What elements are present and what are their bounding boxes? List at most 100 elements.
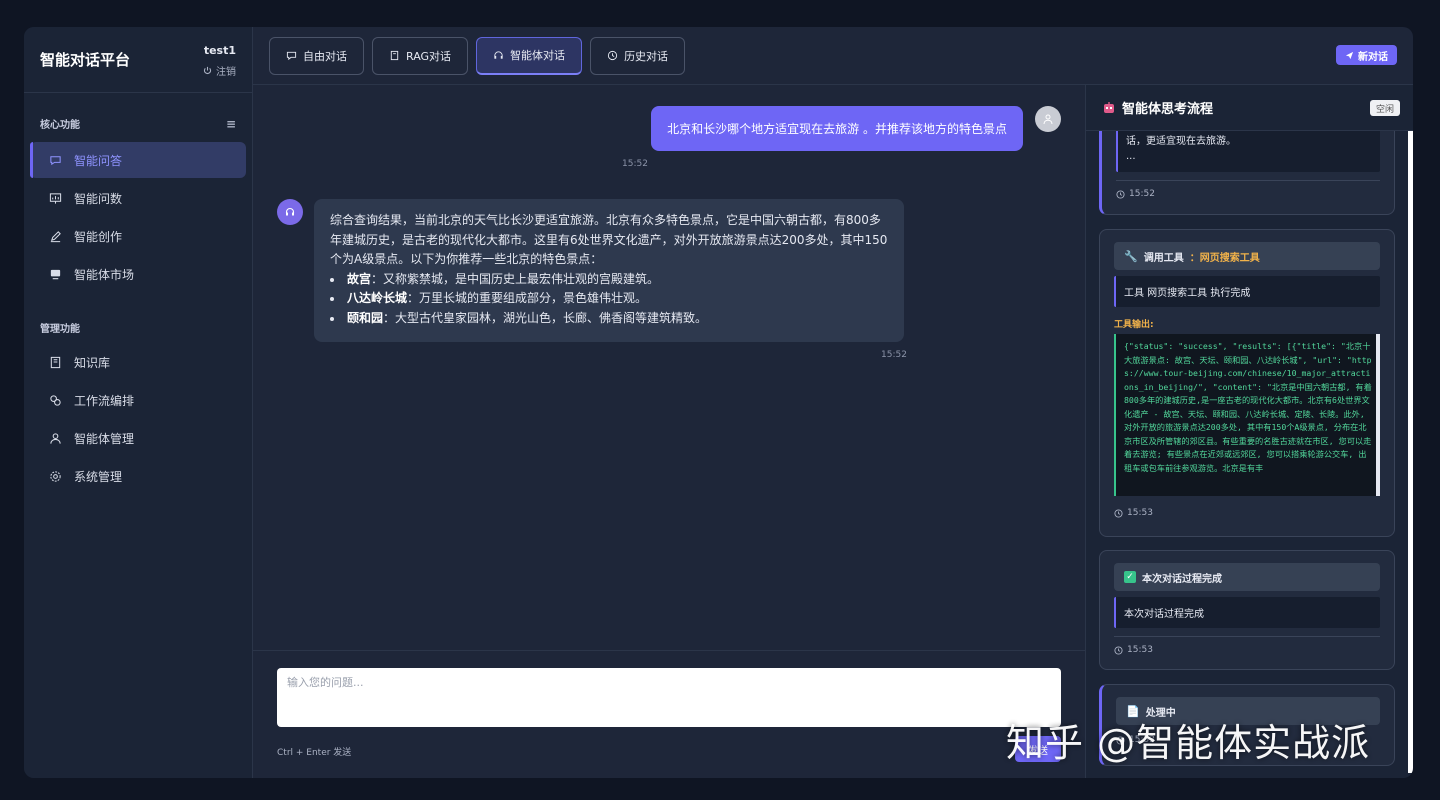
logout-label: 注销: [216, 67, 236, 78]
sidebar: 智能对话平台 test1 注销 核心功能 ≡ 智能问答 智能问数 智能创作 智能…: [24, 27, 253, 778]
step-card-line: 话，更适宜现在去旅游。: [1126, 136, 1236, 147]
panel-scroll[interactable]: · · · · · · · · · · · · · · · 话，更适宜现在去旅游…: [1086, 131, 1413, 778]
bot-avatar: [277, 199, 303, 225]
section-title-admin-label: 管理功能: [40, 324, 80, 335]
wrench-icon: 🔧: [1124, 249, 1138, 263]
headset-icon: [285, 207, 295, 216]
section-title-core: 核心功能 ≡: [24, 116, 252, 132]
power-icon: [203, 66, 212, 75]
user-avatar: [1035, 106, 1061, 132]
tab-bar: 自由对话 RAG对话 智能体对话 历史对话 新对话: [253, 27, 1413, 85]
tab-rag-chat[interactable]: RAG对话: [372, 36, 469, 75]
attraction-name: 颐和园: [347, 310, 384, 325]
sidebar-item-smart-data[interactable]: 智能问数: [30, 180, 246, 216]
tab-label: 智能体对话: [510, 49, 566, 62]
sidebar-item-agent-market[interactable]: 智能体市场: [30, 256, 246, 292]
sidebar-item-smart-qa[interactable]: 智能问答: [30, 142, 246, 178]
attraction-list: 故宫：又称紫禁城，是中国历史上最宏伟壮观的宫殿建筑。 八达岭长城：万里长城的重要…: [330, 270, 888, 329]
sidebar-item-label: 智能创作: [74, 229, 123, 244]
step-card-body: 工具 网页搜索工具 执行完成: [1114, 276, 1380, 307]
attraction-desc: ：万里长城的重要组成部分，景色雄伟壮观。: [407, 291, 648, 305]
step-card-time: 15:53: [1114, 636, 1380, 655]
sidebar-item-label: 智能体市场: [74, 267, 135, 282]
sidebar-item-workflow[interactable]: 工作流编排: [30, 382, 246, 418]
watermark: 知乎 @智能体实战派: [1006, 721, 1371, 765]
tab-label: 历史对话: [624, 49, 669, 63]
list-item: 故宫：又称紫禁城，是中国历史上最宏伟壮观的宫殿建筑。: [330, 270, 888, 290]
check-icon: ✓: [1124, 571, 1136, 583]
tab-history-chat[interactable]: 历史对话: [590, 36, 686, 75]
tab-free-chat[interactable]: 自由对话: [269, 36, 364, 75]
step-card-body: 本次对话过程完成: [1114, 597, 1380, 628]
step-card-line: ...: [1126, 151, 1136, 162]
sidebar-item-label: 工作流编排: [74, 393, 135, 408]
headset-icon: [494, 50, 503, 59]
sidebar-item-label: 智能问数: [74, 191, 123, 206]
content-area: 北京和长沙哪个地方适宜现在去旅游 。并推荐该地方的特色景点 15:52 综合查询…: [253, 85, 1413, 778]
tool-output[interactable]: {"status": "success", "results": [{"titl…: [1114, 334, 1380, 496]
attraction-name: 故宫: [347, 271, 372, 286]
step-card-time-label: 15:53: [1127, 508, 1153, 518]
send-hint: Ctrl + Enter 发送: [277, 748, 352, 758]
sidebar-item-smart-create[interactable]: 智能创作: [30, 218, 246, 254]
tool-call-prefix: 调用工具: [1143, 252, 1184, 264]
user-name: test1: [203, 44, 236, 57]
status-badge: 空闲: [1369, 100, 1400, 116]
book-icon: [48, 355, 62, 369]
tab-label: RAG对话: [406, 49, 452, 63]
user-message-time: 15:52: [622, 159, 648, 169]
step-card-head: ✓ 本次对话过程完成: [1114, 563, 1380, 591]
bot-message: 综合查询结果，当前北京的天气比长沙更适宜旅游。北京有众多特色景点，它是中国六朝古…: [314, 199, 904, 342]
sidebar-item-label: 系统管理: [74, 469, 123, 484]
clock-icon: [1114, 645, 1123, 655]
user-icon: [48, 431, 62, 445]
book-icon: [390, 50, 399, 61]
chat-icon: [286, 51, 297, 61]
thinking-panel: 智能体思考流程 空闲 · · · · · · · · · · · · · · ·…: [1086, 85, 1413, 778]
input-area: Ctrl + Enter 发送 发送: [253, 650, 1085, 778]
step-card-thinking: · · · · · · · · · · · · · · · 话，更适宜现在去旅游…: [1099, 131, 1395, 215]
tab-label: 自由对话: [303, 49, 347, 63]
section-title-admin: 管理功能: [24, 320, 252, 335]
list-item: 颐和园：大型古代皇家园林，湖光山色，长廊、佛香阁等建筑精致。: [330, 309, 888, 329]
sidebar-item-label: 知识库: [74, 355, 111, 370]
sidebar-item-label: 智能问答: [74, 153, 123, 168]
attraction-desc: ：大型古代皇家园林，湖光山色，长廊、佛香阁等建筑精致。: [383, 310, 708, 325]
chat-area: 北京和长沙哪个地方适宜现在去旅游 。并推荐该地方的特色景点 15:52 综合查询…: [253, 85, 1086, 778]
sidebar-item-label: 智能体管理: [74, 431, 135, 446]
step-card-head-label: 本次对话过程完成: [1142, 573, 1222, 585]
step-card-tool: 🔧 调用工具 ：网页搜索工具 工具 网页搜索工具 执行完成 工具输出: {"sta…: [1099, 229, 1395, 537]
step-card-body: · · · · · · · · · · · · · · · 话，更适宜现在去旅游…: [1116, 131, 1380, 172]
list-item: 八达岭长城：万里长城的重要组成部分，景色雄伟壮观。: [330, 289, 888, 309]
main-area: 自由对话 RAG对话 智能体对话 历史对话 新对话 北京和长沙哪个地方适宜现在去…: [253, 27, 1413, 778]
sidebar-item-agent-admin[interactable]: 智能体管理: [30, 420, 246, 456]
question-input[interactable]: [277, 668, 1061, 727]
bot-message-intro: 综合查询结果，当前北京的天气比长沙更适宜旅游。北京有众多特色景点，它是中国六朝古…: [330, 213, 888, 266]
pen-icon: [48, 229, 62, 243]
store-icon: [48, 267, 62, 281]
section-title-core-label: 核心功能: [40, 120, 80, 131]
sidebar-item-system[interactable]: 系统管理: [30, 458, 246, 494]
user-icon: [1043, 114, 1053, 125]
panel-header: 智能体思考流程 空闲: [1086, 85, 1413, 131]
bot-message-time: 15:52: [881, 350, 907, 360]
attraction-name: 八达岭长城: [347, 291, 408, 305]
panel-title: 智能体思考流程: [1122, 102, 1214, 117]
sidebar-item-knowledge-base[interactable]: 知识库: [30, 344, 246, 380]
logout-button[interactable]: 注销: [203, 63, 236, 78]
brand-title: 智能对话平台: [40, 51, 131, 69]
workflow-icon: [48, 393, 62, 407]
robot-icon: [1104, 101, 1114, 113]
attraction-desc: ：又称紫禁城，是中国历史上最宏伟壮观的宫殿建筑。: [371, 271, 660, 286]
new-chat-button[interactable]: 新对话: [1336, 45, 1397, 65]
clock-icon: [607, 50, 618, 61]
step-card-head: 🔧 调用工具 ：网页搜索工具: [1114, 242, 1380, 270]
gear-icon: [48, 469, 62, 483]
step-card-time-label: 15:53: [1127, 645, 1153, 655]
menu-icon[interactable]: ≡: [226, 117, 236, 131]
new-chat-label: 新对话: [1358, 51, 1388, 63]
clock-icon: [1114, 508, 1123, 518]
step-card-time: 15:53: [1114, 504, 1380, 518]
chart-icon: [48, 191, 62, 205]
tab-agent-chat[interactable]: 智能体对话: [476, 36, 583, 75]
